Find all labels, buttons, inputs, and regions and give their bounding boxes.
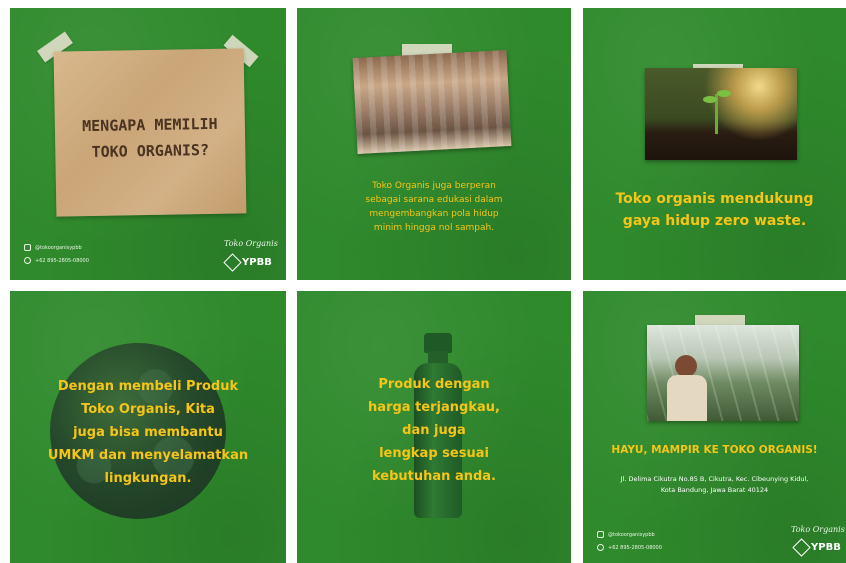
tile-5-text: Produk dengan harga terjangkau, dan juga… — [297, 373, 571, 488]
whatsapp-icon — [597, 544, 604, 551]
whatsapp-icon — [24, 257, 31, 264]
person-head — [675, 355, 697, 377]
instagram-text: @tokoorganisypbb — [608, 531, 655, 538]
ypbb-text: YPBB — [811, 542, 841, 553]
person-body — [667, 375, 707, 421]
text-line: juga bisa membantu — [73, 425, 223, 440]
text-line: Toko organis mendukung — [615, 191, 814, 207]
text-line: UMKM dan menyelamatkan — [47, 448, 249, 463]
bottle-cap — [424, 333, 452, 353]
text-line: dan juga — [402, 423, 466, 438]
heading-line: TOKO ORGANIS? — [91, 140, 210, 162]
text-line: lingkungan. — [104, 471, 192, 486]
brand-script: Toko Organis — [224, 239, 278, 248]
ypbb-cube-icon — [223, 253, 242, 272]
instagram-text: @tokoorganisypbb — [35, 244, 82, 251]
text-line: harga terjangkau, — [368, 400, 500, 415]
seedling-leaf — [717, 90, 731, 97]
heading-line: MENGAPA MEMILIH — [81, 114, 218, 136]
text-line: Dengan membeli Produk — [57, 379, 239, 394]
instagram-handle: @tokoorganisypbb — [597, 531, 655, 538]
whatsapp-number: +62 895-2805-08000 — [24, 257, 89, 264]
instagram-icon — [597, 531, 604, 538]
paper-note: MENGAPA MEMILIH TOKO ORGANIS? — [53, 48, 247, 217]
ypbb-logo: YPBB — [792, 538, 841, 557]
text-line: Toko Organis juga berperan — [372, 181, 496, 191]
post-tile-5[interactable]: Produk dengan harga terjangkau, dan juga… — [297, 291, 571, 563]
text-line: Toko Organis, Kita — [81, 402, 215, 417]
post-tile-4[interactable]: Dengan membeli Produk Toko Organis, Kita… — [10, 291, 286, 563]
text-line: Produk dengan — [378, 377, 490, 392]
whatsapp-text: +62 895-2805-08000 — [608, 544, 662, 551]
post-tile-2[interactable]: Toko Organis juga berperan sebagai saran… — [297, 8, 571, 280]
store-address: Jl. Delima Cikutra No.85 B, Cikutra, Kec… — [583, 474, 846, 496]
seedling-leaf — [703, 96, 717, 103]
post-tile-1[interactable]: MENGAPA MEMILIH TOKO ORGANIS? @tokoorgan… — [10, 8, 286, 280]
text-line: kebutuhan anda. — [372, 469, 496, 484]
post-tile-3[interactable]: Toko organis mendukung gaya hidup zero w… — [583, 8, 846, 280]
whatsapp-number: +62 895-2805-08000 — [597, 544, 662, 551]
post-tile-6[interactable]: HAYU, MAMPIR KE TOKO ORGANIS! Jl. Delima… — [583, 291, 846, 563]
brand-script: Toko Organis — [791, 525, 845, 534]
ypbb-cube-icon — [792, 538, 811, 557]
ypbb-logo: YPBB — [223, 253, 272, 272]
tile-3-text: Toko organis mendukung gaya hidup zero w… — [583, 188, 846, 232]
text-line: gaya hidup zero waste. — [622, 213, 807, 229]
seedling-photo — [645, 68, 797, 160]
whatsapp-text: +62 895-2805-08000 — [35, 257, 89, 264]
tile-6-heading: HAYU, MAMPIR KE TOKO ORGANIS! — [611, 444, 818, 456]
address-line: Kota Bandung, Jawa Barat 40124 — [660, 486, 769, 494]
instagram-handle: @tokoorganisypbb — [24, 244, 82, 251]
tile-4-text: Dengan membeli Produk Toko Organis, Kita… — [10, 375, 286, 490]
tile-2-text: Toko Organis juga berperan sebagai saran… — [297, 179, 571, 235]
ypbb-text: YPBB — [242, 257, 272, 268]
address-line: Jl. Delima Cikutra No.85 B, Cikutra, Kec… — [620, 475, 809, 483]
text-line: mengembangkan pola hidup — [369, 209, 499, 219]
greenhouse-woman-photo — [647, 325, 799, 421]
text-line: sebagai sarana edukasi dalam — [365, 195, 503, 205]
store-shelf-photo — [352, 50, 512, 154]
text-line: lengkap sesuai — [379, 446, 489, 461]
instagram-icon — [24, 244, 31, 251]
text-line: minim hingga nol sampah. — [373, 223, 495, 233]
